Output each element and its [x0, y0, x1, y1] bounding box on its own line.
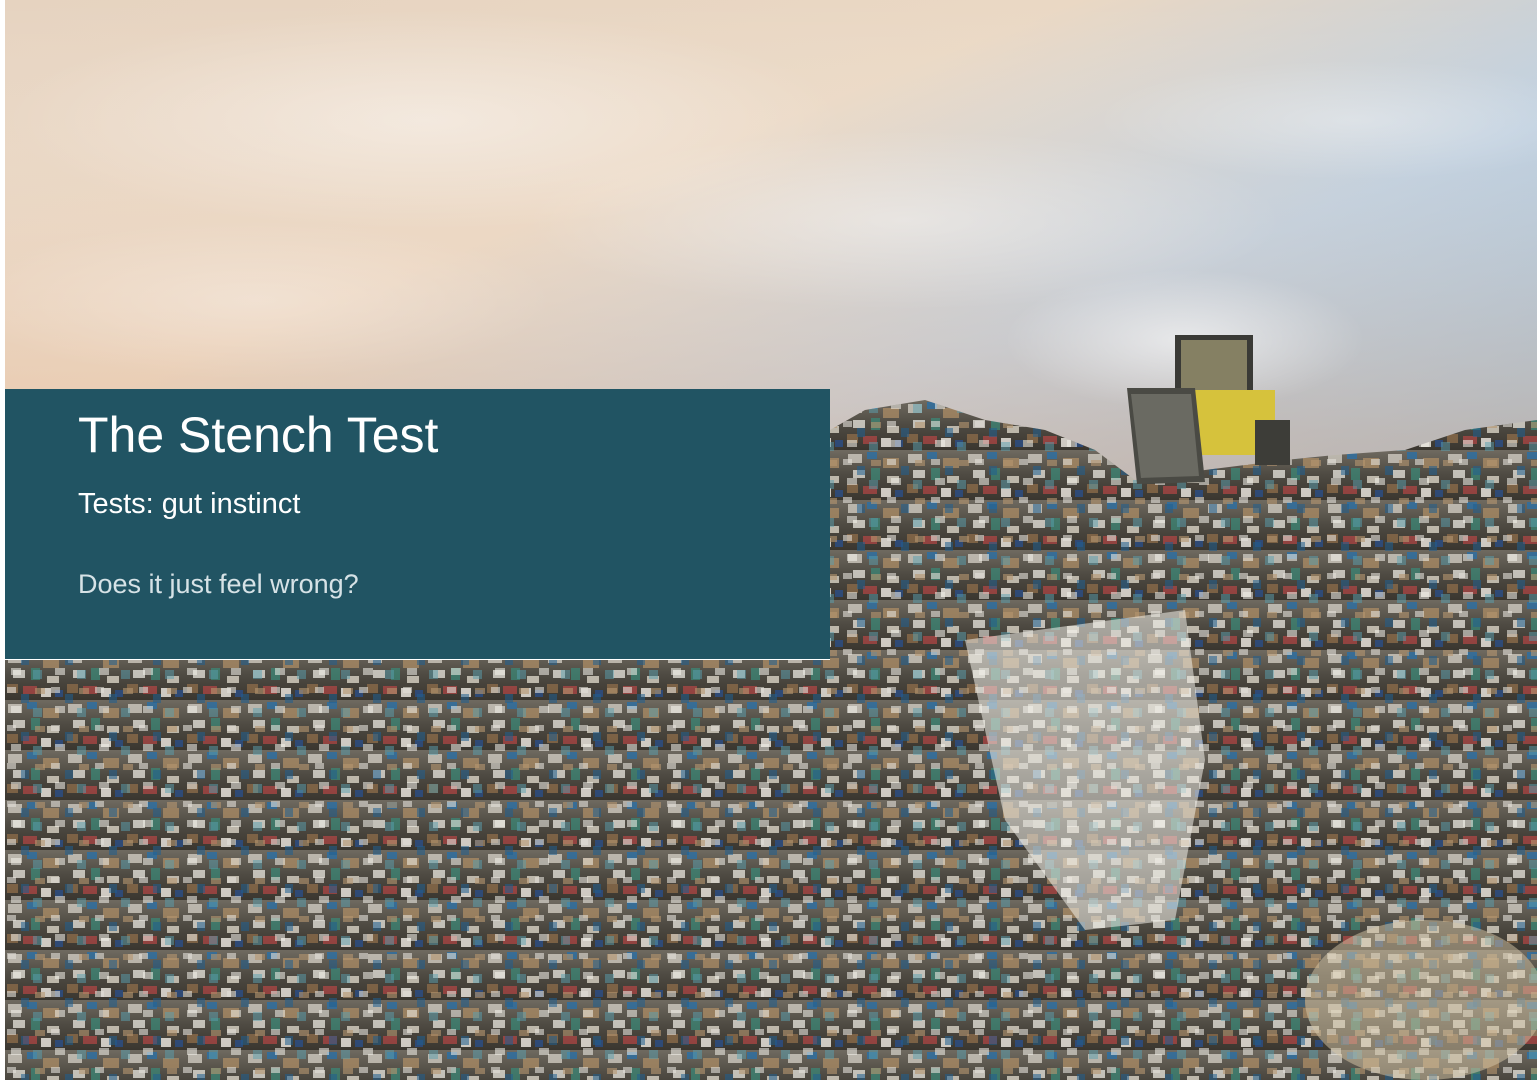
- title-panel: The Stench Test Tests: gut instinct Does…: [5, 389, 830, 659]
- slide-body-text: Does it just feel wrong?: [78, 569, 359, 599]
- slide-subtitle: Tests: gut instinct: [78, 488, 301, 520]
- slide: The Stench Test Tests: gut instinct Does…: [0, 0, 1537, 1080]
- slide-title: The Stench Test: [78, 407, 439, 463]
